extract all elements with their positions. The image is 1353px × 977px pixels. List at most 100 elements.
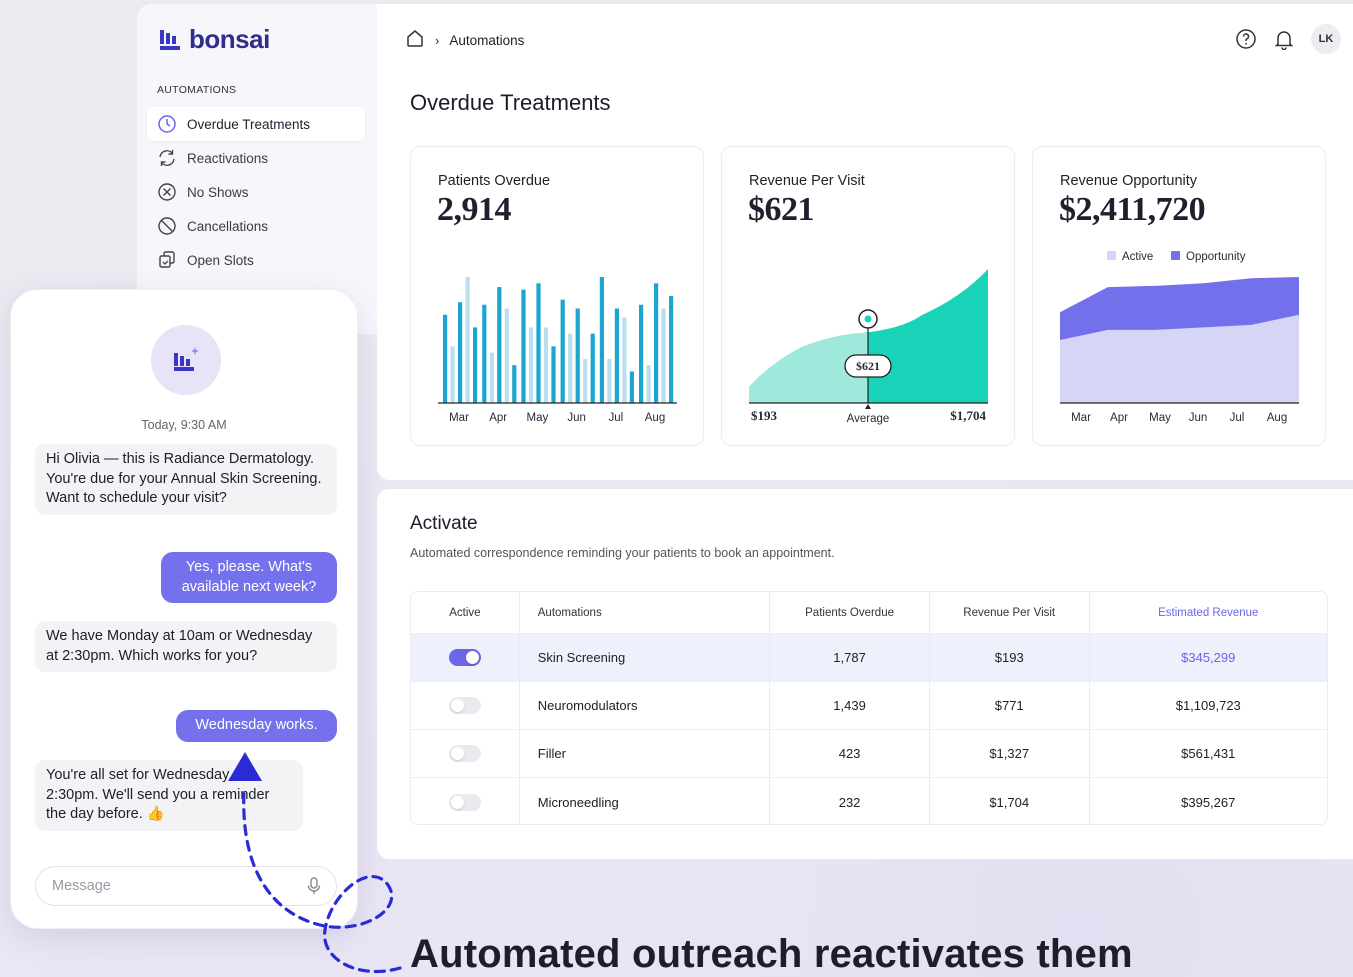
active-toggle[interactable] <box>448 793 481 811</box>
max-label: $1,704 <box>950 408 986 423</box>
legend-active-label: Active <box>1122 251 1153 263</box>
sidebar-nav: Overdue Treatments Reactivations No Show… <box>147 107 365 277</box>
bar <box>512 365 517 403</box>
ban-icon <box>158 217 176 235</box>
bar <box>590 333 595 403</box>
message-bubble-incoming: Hi Olivia — this is Radiance Dermatology… <box>35 444 337 515</box>
message-bubble-incoming: You're all set for Wednesday at 2:30pm. … <box>35 760 303 831</box>
estimated-revenue-value: $561,431 <box>1181 746 1236 761</box>
phone-conversation: Today, 9:30 AM Hi Olivia — this is Radia… <box>10 289 358 929</box>
sidebar-item-label: Overdue Treatments <box>187 116 311 132</box>
average-caret <box>865 404 871 409</box>
logo[interactable]: bonsai <box>159 24 270 55</box>
help-icon[interactable] <box>1235 28 1257 50</box>
revenue-per-visit-value: $1,327 <box>930 730 1090 777</box>
column-header-automations[interactable]: Automations <box>520 592 771 633</box>
legend-opportunity-swatch <box>1171 251 1180 260</box>
table-row[interactable]: Filler 423 $1,327 $561,431 <box>411 730 1327 778</box>
column-header-patients-overdue[interactable]: Patients Overdue <box>770 592 930 633</box>
bonsai-logo-icon <box>160 29 180 50</box>
x-circle-icon <box>158 183 176 201</box>
patients-overdue-card: Patients Overdue 2,914 Mar Apr May Jun Jul Au… <box>410 146 704 446</box>
bar <box>661 308 666 403</box>
active-toggle[interactable] <box>448 745 481 762</box>
bar <box>504 308 509 403</box>
message-input-placeholder: Message <box>52 878 111 894</box>
bar <box>669 295 674 403</box>
automation-name: Skin Screening <box>520 634 771 681</box>
x-tick-label: May <box>1149 412 1171 424</box>
x-tick-label: Aug <box>645 412 665 424</box>
bar <box>497 287 502 403</box>
bar <box>568 333 573 403</box>
patients-overdue-value: 423 <box>770 730 930 777</box>
active-cell <box>411 682 520 729</box>
legend-active-swatch <box>1107 251 1116 260</box>
bar <box>458 302 463 403</box>
bar <box>536 283 541 403</box>
bar <box>543 327 549 403</box>
message-timestamp: Today, 9:30 AM <box>141 418 227 432</box>
sidebar-item-label: No Shows <box>187 184 249 200</box>
revenue-per-visit-value: $1,704 <box>930 778 1090 824</box>
user-avatar[interactable]: LK <box>1311 24 1341 54</box>
bar <box>639 304 644 403</box>
column-header-revenue-per-visit[interactable]: Revenue Per Visit <box>930 592 1090 633</box>
bar <box>450 346 455 403</box>
message-bubble-outgoing: Wednesday works. <box>176 710 337 742</box>
opportunity-area-chart: Active Opportunity Mar Apr May Jun Jul Aug <box>1060 251 1299 424</box>
column-header-estimated-revenue[interactable]: Estimated Revenue <box>1090 592 1327 633</box>
automations-table: Active Automations Patients Overdue Reve… <box>410 591 1328 825</box>
bar <box>599 277 604 403</box>
x-tick-label: Mar <box>1071 412 1091 424</box>
revenue-per-visit-value: $193 <box>930 634 1090 681</box>
home-icon[interactable] <box>405 28 425 53</box>
bar <box>528 327 534 403</box>
message-bubble-outgoing: Yes, please. What's available next week? <box>161 552 337 603</box>
active-toggle[interactable] <box>448 649 481 666</box>
message-bubble-incoming: We have Monday at 10am or Wednesday at 2… <box>35 621 337 672</box>
bell-icon[interactable] <box>1273 28 1295 50</box>
breadcrumb-current[interactable]: Automations <box>449 33 524 48</box>
patients-overdue-value: 232 <box>770 778 930 824</box>
column-header-active[interactable]: Active <box>411 592 520 633</box>
table-row[interactable]: Microneedling 232 $1,704 $395,267 <box>411 778 1327 824</box>
revenue-per-visit-value: $771 <box>930 682 1090 729</box>
table-row[interactable]: Skin Screening 1,787 $193 $345,299 <box>411 634 1327 682</box>
sidebar-item-no-shows[interactable]: No Shows <box>147 175 365 209</box>
activate-panel: Activate Automated correspondence remind… <box>377 489 1353 859</box>
brand-name: bonsai <box>189 24 270 54</box>
revenue-per-visit-card: Revenue Per Visit $621 $621 $193 Average… <box>721 146 1015 446</box>
page-title: Overdue Treatments <box>410 90 611 115</box>
x-tick-label: Jun <box>1189 412 1208 424</box>
sidebar-item-label: Reactivations <box>187 150 269 166</box>
sidebar-item-cancellations[interactable]: Cancellations <box>147 209 365 243</box>
estimated-revenue-value: $395,267 <box>1181 794 1236 810</box>
header-actions: LK <box>1235 24 1341 54</box>
estimated-revenue-value: $1,109,723 <box>1175 698 1241 713</box>
revenue-opportunity-card: Revenue Opportunity $2,411,720 Active Op… <box>1032 146 1326 446</box>
x-tick-label: Aug <box>1267 412 1287 424</box>
bar <box>443 314 448 403</box>
tagline: Automated outreach reactivates them <box>410 932 1133 976</box>
sidebar-item-reactivations[interactable]: Reactivations <box>147 141 365 175</box>
bar <box>489 352 494 403</box>
min-label: $193 <box>751 408 778 423</box>
active-toggle[interactable] <box>448 697 481 714</box>
x-tick-label: Apr <box>489 412 507 424</box>
patients-overdue-value: 1,787 <box>770 634 930 681</box>
message-input[interactable]: Message <box>35 866 337 906</box>
bar <box>607 358 612 403</box>
microphone-icon[interactable] <box>304 876 324 896</box>
sidebar-item-open-slots[interactable]: Open Slots <box>147 243 365 277</box>
chevron-right-icon: › <box>435 33 440 48</box>
bar <box>646 365 651 403</box>
clinic-avatar <box>151 325 221 395</box>
table-row[interactable]: Neuromodulators 1,439 $771 $1,109,723 <box>411 682 1327 730</box>
legend-opportunity-label: Opportunity <box>1186 251 1246 263</box>
x-tick-label: Apr <box>1110 412 1128 424</box>
bar <box>551 346 556 403</box>
bar <box>614 308 619 403</box>
sidebar-item-overdue-treatments[interactable]: Overdue Treatments <box>147 107 365 141</box>
section-subtitle: Automated correspondence reminding your … <box>410 546 835 560</box>
